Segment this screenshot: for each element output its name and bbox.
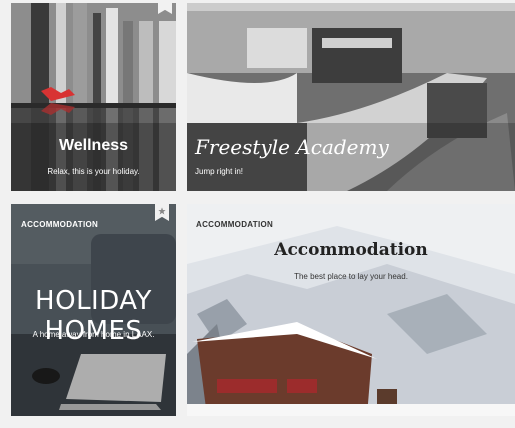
holiday-homes-card[interactable]: ACCOMMODATION HOLIDAY HOMES A home away …	[11, 204, 176, 416]
card-subtitle: Relax, this is your holiday.	[47, 167, 140, 176]
card-subtitle: Jump right in!	[195, 167, 244, 176]
wellness-image	[11, 3, 176, 191]
wellness-card[interactable]: Wellness Relax, this is your holiday.	[11, 3, 176, 191]
card-subtitle: The best place to lay your head.	[294, 272, 408, 281]
card-subtitle: A home away from home in LAAX.	[32, 330, 155, 339]
card-title: Freestyle Academy	[195, 135, 389, 159]
accommodation-card[interactable]: ACCOMMODATION Accommodation The best pla…	[187, 204, 515, 416]
category-tag: ACCOMMODATION	[196, 220, 274, 229]
accommodation-image	[187, 204, 515, 416]
category-tag: ACCOMMODATION	[21, 220, 99, 229]
freestyle-card[interactable]: Freestyle Academy Jump right in!	[187, 3, 515, 191]
card-title: Accommodation	[274, 240, 428, 260]
freestyle-image	[187, 3, 515, 191]
card-title: Wellness	[58, 137, 129, 154]
